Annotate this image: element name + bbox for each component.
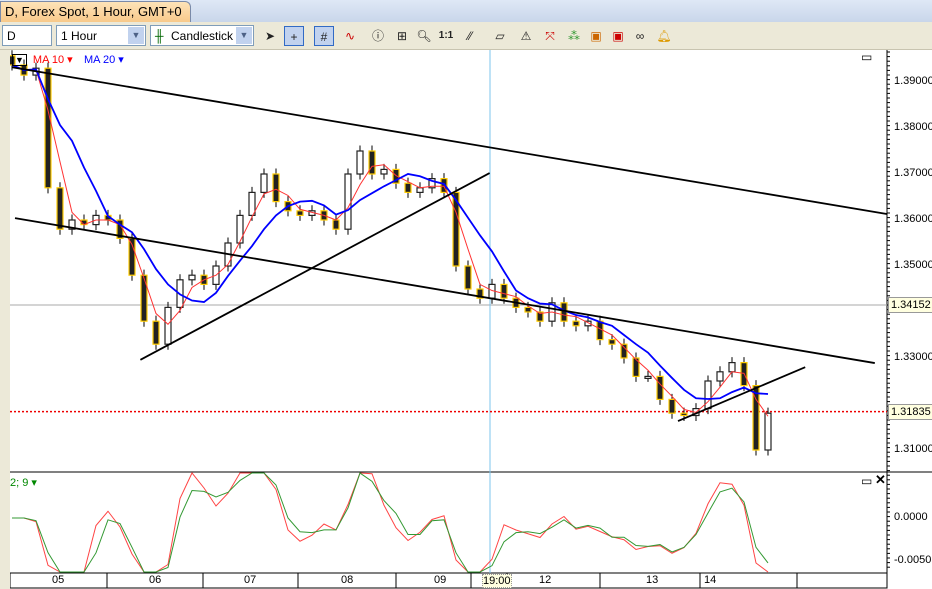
ma10-line	[11, 64, 769, 417]
add-label-icon[interactable]: ⊞	[392, 26, 412, 46]
toolbar: D 1 Hour ▼ ╫ Candlestick ▼ ➤ + # ∿ ⓘ ⊞ 🔍︎ 1…	[0, 22, 932, 50]
timeframe-value: 1 Hour	[61, 29, 98, 43]
candle	[296, 210, 304, 217]
candle	[524, 306, 532, 313]
info-icon[interactable]: ⓘ	[368, 26, 388, 46]
candle	[164, 306, 172, 345]
price-tick-label: 1.38000	[894, 121, 932, 133]
candle	[680, 412, 688, 417]
candlestick-icon: ╫	[155, 29, 164, 43]
candle	[644, 375, 652, 379]
candle	[272, 173, 280, 203]
candle	[152, 320, 160, 345]
ma20-label: MA 20	[84, 54, 116, 66]
line-tool-icon[interactable]: ⁄⁄	[460, 26, 480, 46]
candle	[608, 339, 616, 345]
eraser-icon[interactable]: ▱	[490, 26, 510, 46]
candle	[668, 398, 676, 414]
candle	[140, 274, 148, 322]
time-label: 19:00	[482, 574, 512, 588]
close-icon[interactable]: ✕	[875, 472, 886, 488]
candle	[620, 343, 628, 359]
candle	[188, 274, 196, 281]
chart-type-value: Candlestick	[171, 29, 234, 43]
symbol-input[interactable]: D	[2, 25, 52, 46]
candle	[260, 173, 268, 193]
crosshair-price-label: 1.34152	[888, 297, 932, 313]
candle	[572, 320, 580, 327]
chart-area[interactable]: ▼ MA 10 ▾ MA 20 ▾ 2; 9 ▾ ▭ ▭ ✕ 05 06 07 08 09…	[10, 50, 932, 589]
price-tick-label: 1.39000	[894, 75, 932, 87]
time-label: 06	[149, 574, 162, 586]
maximize-icon[interactable]: ▭	[861, 50, 872, 64]
candle	[656, 375, 664, 400]
zoom-icon[interactable]: 🔍︎	[414, 26, 434, 46]
candle	[56, 187, 64, 230]
candle	[764, 412, 772, 451]
crosshair-icon[interactable]: +	[284, 26, 304, 46]
oscillator-legend[interactable]: 2; 9 ▾	[10, 476, 37, 489]
candle	[464, 265, 472, 290]
ma10-label: MA 10	[32, 54, 65, 66]
candle	[44, 67, 52, 189]
ma20-line	[11, 64, 769, 400]
price-tick-label: 1.31000	[894, 443, 932, 455]
time-axis	[10, 572, 888, 589]
chart-tab[interactable]: D, Forex Spot, 1 Hour, GMT+0	[0, 1, 191, 22]
candle	[728, 362, 736, 373]
timeframe-select[interactable]: 1 Hour ▼	[56, 25, 146, 46]
candle	[716, 371, 724, 382]
maximize-icon[interactable]: ▭	[861, 474, 872, 488]
time-label: 08	[341, 574, 354, 586]
oscillator-tick-label: 0.0000	[894, 511, 928, 523]
time-label: 12	[539, 574, 552, 586]
grid-icon[interactable]: #	[314, 26, 334, 46]
oscillator-label: 2; 9	[10, 477, 29, 489]
chevron-down-icon: ▼	[128, 27, 144, 44]
candle	[704, 380, 712, 410]
chart-canvas	[10, 50, 932, 589]
candle	[500, 283, 508, 299]
candle	[332, 219, 340, 230]
fibonacci-icon[interactable]: ⤧	[540, 26, 560, 46]
candle	[368, 150, 376, 175]
template-icon[interactable]: ▣	[586, 26, 606, 46]
cursor-icon[interactable]: ➤	[260, 26, 280, 46]
time-label: 05	[52, 574, 65, 586]
candle	[416, 187, 424, 194]
candle	[404, 182, 412, 193]
time-label: 14	[704, 574, 717, 586]
lock-icon[interactable]: ⚠	[516, 26, 536, 46]
time-label: 09	[434, 574, 447, 586]
candle	[344, 173, 352, 230]
time-label: 13	[646, 574, 659, 586]
oscillator-tick-label: -0.0050	[894, 554, 932, 566]
chevron-down-icon: ▼	[12, 54, 27, 66]
ma20-legend[interactable]: MA 20 ▾	[84, 53, 124, 66]
candle	[356, 150, 364, 175]
price-tick-label: 1.35000	[894, 259, 932, 271]
candle	[236, 214, 244, 244]
price-tick-label: 1.33000	[894, 351, 932, 363]
current-price-label: 1.31835	[888, 403, 932, 420]
indicator-icon[interactable]: ∿	[340, 26, 360, 46]
link-icon[interactable]: ∞	[630, 26, 650, 46]
chevron-down-icon: ▼	[236, 27, 252, 44]
one-to-one-button[interactable]: 1:1	[436, 26, 456, 46]
oscillator-signal-line	[12, 472, 769, 573]
chart-type-select[interactable]: ╫ Candlestick ▼	[150, 25, 254, 46]
indicator-window-icon[interactable]: ▣	[608, 26, 628, 46]
alert-bell-icon[interactable]: 🔔︎	[654, 26, 674, 46]
time-label: 07	[244, 574, 257, 586]
ma10-legend[interactable]: ▼ MA 10 ▾	[12, 53, 73, 66]
candle	[380, 168, 388, 175]
price-tick-label: 1.37000	[894, 167, 932, 179]
oscillator-fast-line	[12, 472, 769, 573]
pattern-icon[interactable]: ⁂	[564, 26, 584, 46]
tab-bar: D, Forex Spot, 1 Hour, GMT+0	[0, 0, 932, 22]
price-tick-label: 1.36000	[894, 213, 932, 225]
